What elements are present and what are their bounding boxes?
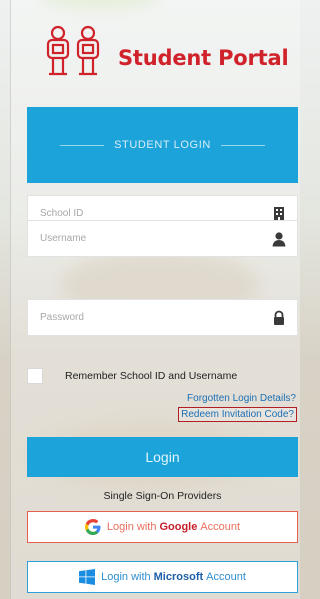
password-field[interactable]: [27, 299, 298, 336]
google-login-provider: Google: [159, 521, 198, 533]
google-icon: [84, 519, 101, 535]
divider: [220, 144, 265, 146]
google-login-prefix: Login with: [106, 521, 157, 533]
remember-label: Remember School ID and Username: [65, 370, 238, 382]
sso-title: Single Sign-On Providers: [103, 490, 222, 502]
forgot-login-link[interactable]: Forgotten Login Details?: [187, 393, 296, 404]
microsoft-login-suffix: Account: [206, 571, 246, 583]
divider: [60, 144, 105, 146]
microsoft-login-provider: Microsoft: [153, 571, 204, 583]
username-input[interactable]: [28, 221, 271, 256]
microsoft-login-button[interactable]: Login with Microsoft Account: [27, 561, 298, 593]
remember-checkbox[interactable]: [27, 368, 43, 384]
brand-title: Student Portal: [118, 46, 289, 70]
microsoft-login-prefix: Login with: [101, 571, 151, 583]
lock-icon: [274, 310, 284, 325]
redeem-invitation-link[interactable]: Redeem Invitation Code?: [178, 407, 297, 422]
login-button[interactable]: Login: [27, 437, 298, 477]
password-input[interactable]: [28, 300, 271, 335]
microsoft-windows-icon: [79, 569, 96, 585]
user-icon: [272, 231, 286, 246]
student-logo-icon: [46, 25, 100, 76]
google-login-suffix: Account: [200, 521, 241, 533]
remember-row: Remember School ID and Username: [27, 368, 237, 384]
login-header-title: STUDENT LOGIN: [114, 139, 211, 151]
username-field[interactable]: [27, 220, 298, 257]
login-header: STUDENT LOGIN: [27, 107, 298, 183]
google-login-button[interactable]: Login with Google Account: [27, 511, 298, 543]
